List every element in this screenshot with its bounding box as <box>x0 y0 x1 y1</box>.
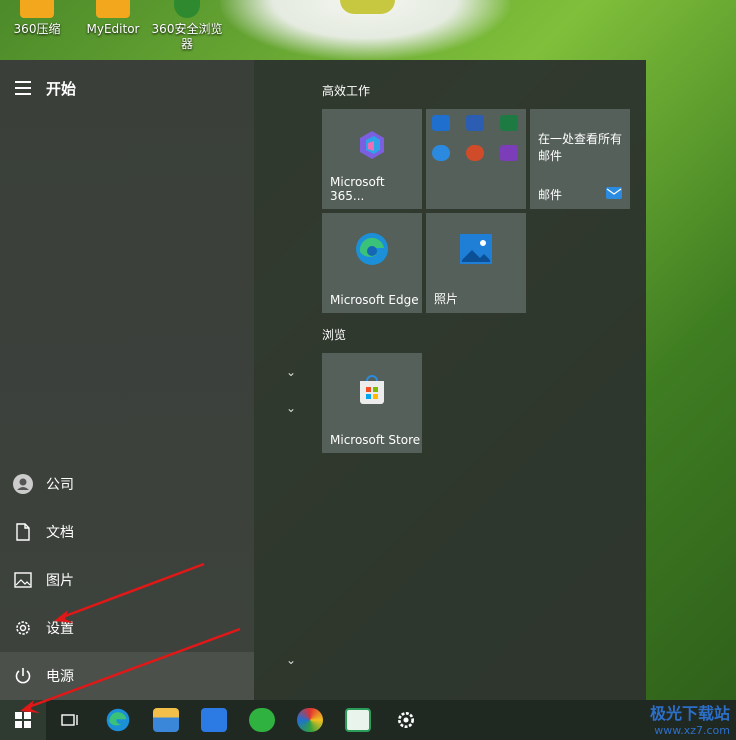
red-annotation-arrows <box>20 562 241 713</box>
watermark-title: 极光下载站 <box>649 704 730 723</box>
watermark-url: www.xz7.com <box>654 724 730 737</box>
watermark: 极光下载站 www.xz7.com <box>574 700 730 737</box>
